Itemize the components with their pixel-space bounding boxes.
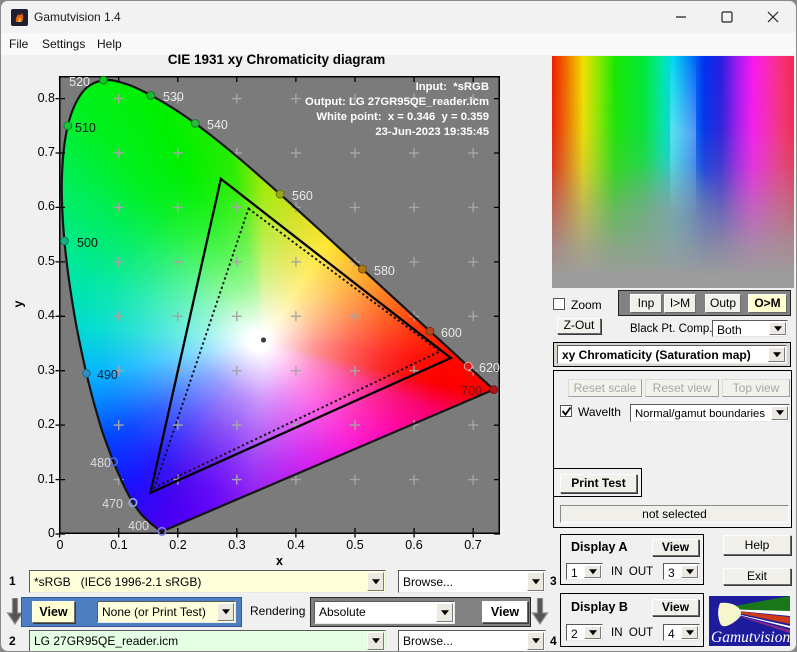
svg-text:490: 490 — [97, 368, 118, 382]
svg-text:480: 480 — [90, 456, 111, 470]
svg-text:530: 530 — [163, 90, 184, 104]
svg-text:520: 520 — [69, 75, 90, 89]
svg-text:700: 700 — [461, 384, 482, 398]
svg-text:560: 560 — [292, 189, 313, 203]
svg-text:600: 600 — [441, 326, 462, 340]
svg-text:620: 620 — [479, 361, 500, 375]
svg-text:510: 510 — [75, 121, 96, 135]
svg-text:Gamutvision: Gamutvision — [711, 629, 790, 646]
svg-text:500: 500 — [77, 236, 98, 250]
svg-text:580: 580 — [374, 264, 395, 278]
svg-text:470: 470 — [102, 497, 123, 511]
svg-text:400: 400 — [128, 519, 149, 533]
